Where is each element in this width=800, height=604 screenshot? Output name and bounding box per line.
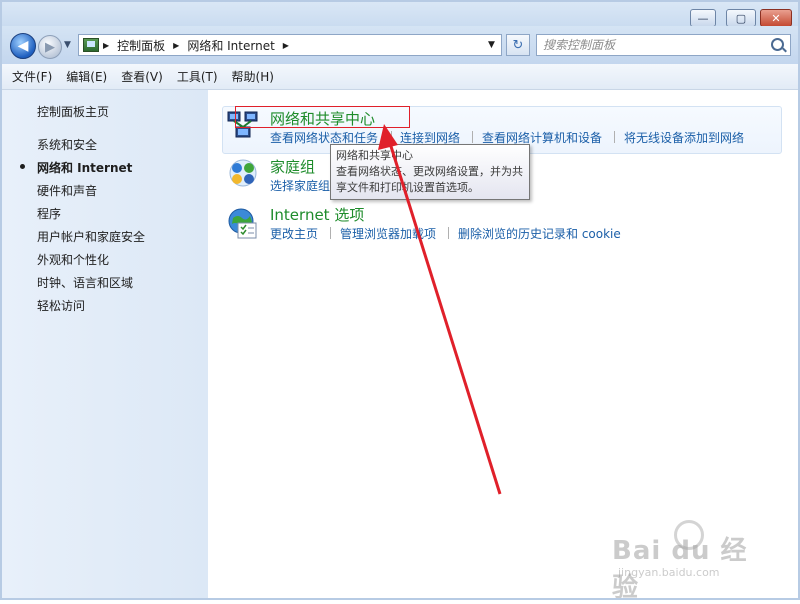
breadcrumb-separator[interactable]: ▶ — [103, 41, 109, 50]
tooltip: 网络和共享中心 查看网络状态、更改网络设置，并为共享文件和打印机设置首选项。 — [330, 144, 530, 200]
sidebar-item-system-security[interactable]: 系统和安全 — [37, 136, 97, 153]
watermark-url: jingyan.baidu.com — [618, 566, 720, 579]
link-divider — [448, 227, 449, 239]
sidebar-item-appearance[interactable]: 外观和个性化 — [37, 251, 109, 268]
link-add-wireless-device[interactable]: 将无线设备添加到网络 — [624, 129, 744, 146]
link-divider — [614, 131, 615, 143]
menu-edit[interactable]: 编辑(E) — [66, 68, 107, 85]
tooltip-title: 网络和共享中心 — [336, 149, 413, 162]
link-divider — [391, 131, 392, 143]
sidebar-item-network-internet[interactable]: 网络和 Internet — [37, 159, 132, 176]
close-button[interactable]: ✕ — [760, 9, 792, 27]
breadcrumb-separator[interactable]: ▶ — [173, 41, 179, 50]
active-bullet-icon — [20, 164, 25, 169]
menu-tools[interactable]: 工具(T) — [177, 68, 218, 85]
search-box[interactable] — [536, 34, 791, 56]
internet-options-icon[interactable] — [226, 206, 260, 240]
tooltip-body: 查看网络状态、更改网络设置，并为共享文件和打印机设置首选项。 — [336, 165, 523, 194]
sidebar-item-programs[interactable]: 程序 — [37, 205, 61, 222]
recent-pages-dropdown[interactable]: ▼ — [64, 40, 71, 50]
annotation-highlight-box — [235, 106, 410, 128]
control-panel-icon — [83, 38, 99, 52]
sidebar-item-clock-language[interactable]: 时钟、语言和区域 — [37, 274, 133, 291]
link-choose-homegroup[interactable]: 选择家庭组 — [270, 177, 330, 194]
menu-bar: 文件(F) 编辑(E) 查看(V) 工具(T) 帮助(H) — [0, 64, 800, 90]
search-input[interactable] — [543, 36, 763, 54]
watermark: Bai du 经验 jingyan.baidu.com — [612, 520, 772, 603]
category-title-internet-options[interactable]: Internet 选项 — [270, 204, 364, 225]
sidebar-item-hardware-sound[interactable]: 硬件和声音 — [37, 182, 97, 199]
link-change-homepage[interactable]: 更改主页 — [270, 225, 318, 242]
breadcrumb-network-internet[interactable]: 网络和 Internet — [187, 37, 274, 54]
link-divider — [472, 131, 473, 143]
breadcrumb-control-panel[interactable]: 控制面板 — [117, 37, 165, 54]
search-icon[interactable] — [771, 38, 784, 51]
menu-file[interactable]: 文件(F) — [12, 68, 52, 85]
link-divider — [330, 227, 331, 239]
link-manage-addons[interactable]: 管理浏览器加载项 — [340, 225, 436, 242]
category-title-homegroup[interactable]: 家庭组 — [270, 156, 315, 177]
maximize-button[interactable]: ▢ — [726, 9, 756, 27]
menu-help[interactable]: 帮助(H) — [232, 68, 274, 85]
minimize-button[interactable]: — — [690, 9, 716, 27]
sidebar-item-home[interactable]: 控制面板主页 — [37, 103, 109, 120]
refresh-button[interactable]: ↻ — [506, 34, 530, 56]
back-button[interactable]: ◀ — [10, 33, 36, 59]
address-bar[interactable]: ▶ 控制面板 ▶ 网络和 Internet ▶ — [78, 34, 502, 56]
link-delete-history[interactable]: 删除浏览的历史记录和 cookie — [458, 225, 621, 242]
forward-button[interactable]: ▶ — [38, 35, 62, 59]
address-dropdown-icon[interactable]: ▼ — [488, 40, 495, 50]
homegroup-icon[interactable] — [226, 156, 260, 190]
sidebar-item-ease-of-access[interactable]: 轻松访问 — [37, 297, 85, 314]
menu-view[interactable]: 查看(V) — [121, 68, 163, 85]
sidebar-item-user-accounts[interactable]: 用户帐户和家庭安全 — [37, 228, 145, 245]
breadcrumb-separator[interactable]: ▶ — [283, 41, 289, 50]
